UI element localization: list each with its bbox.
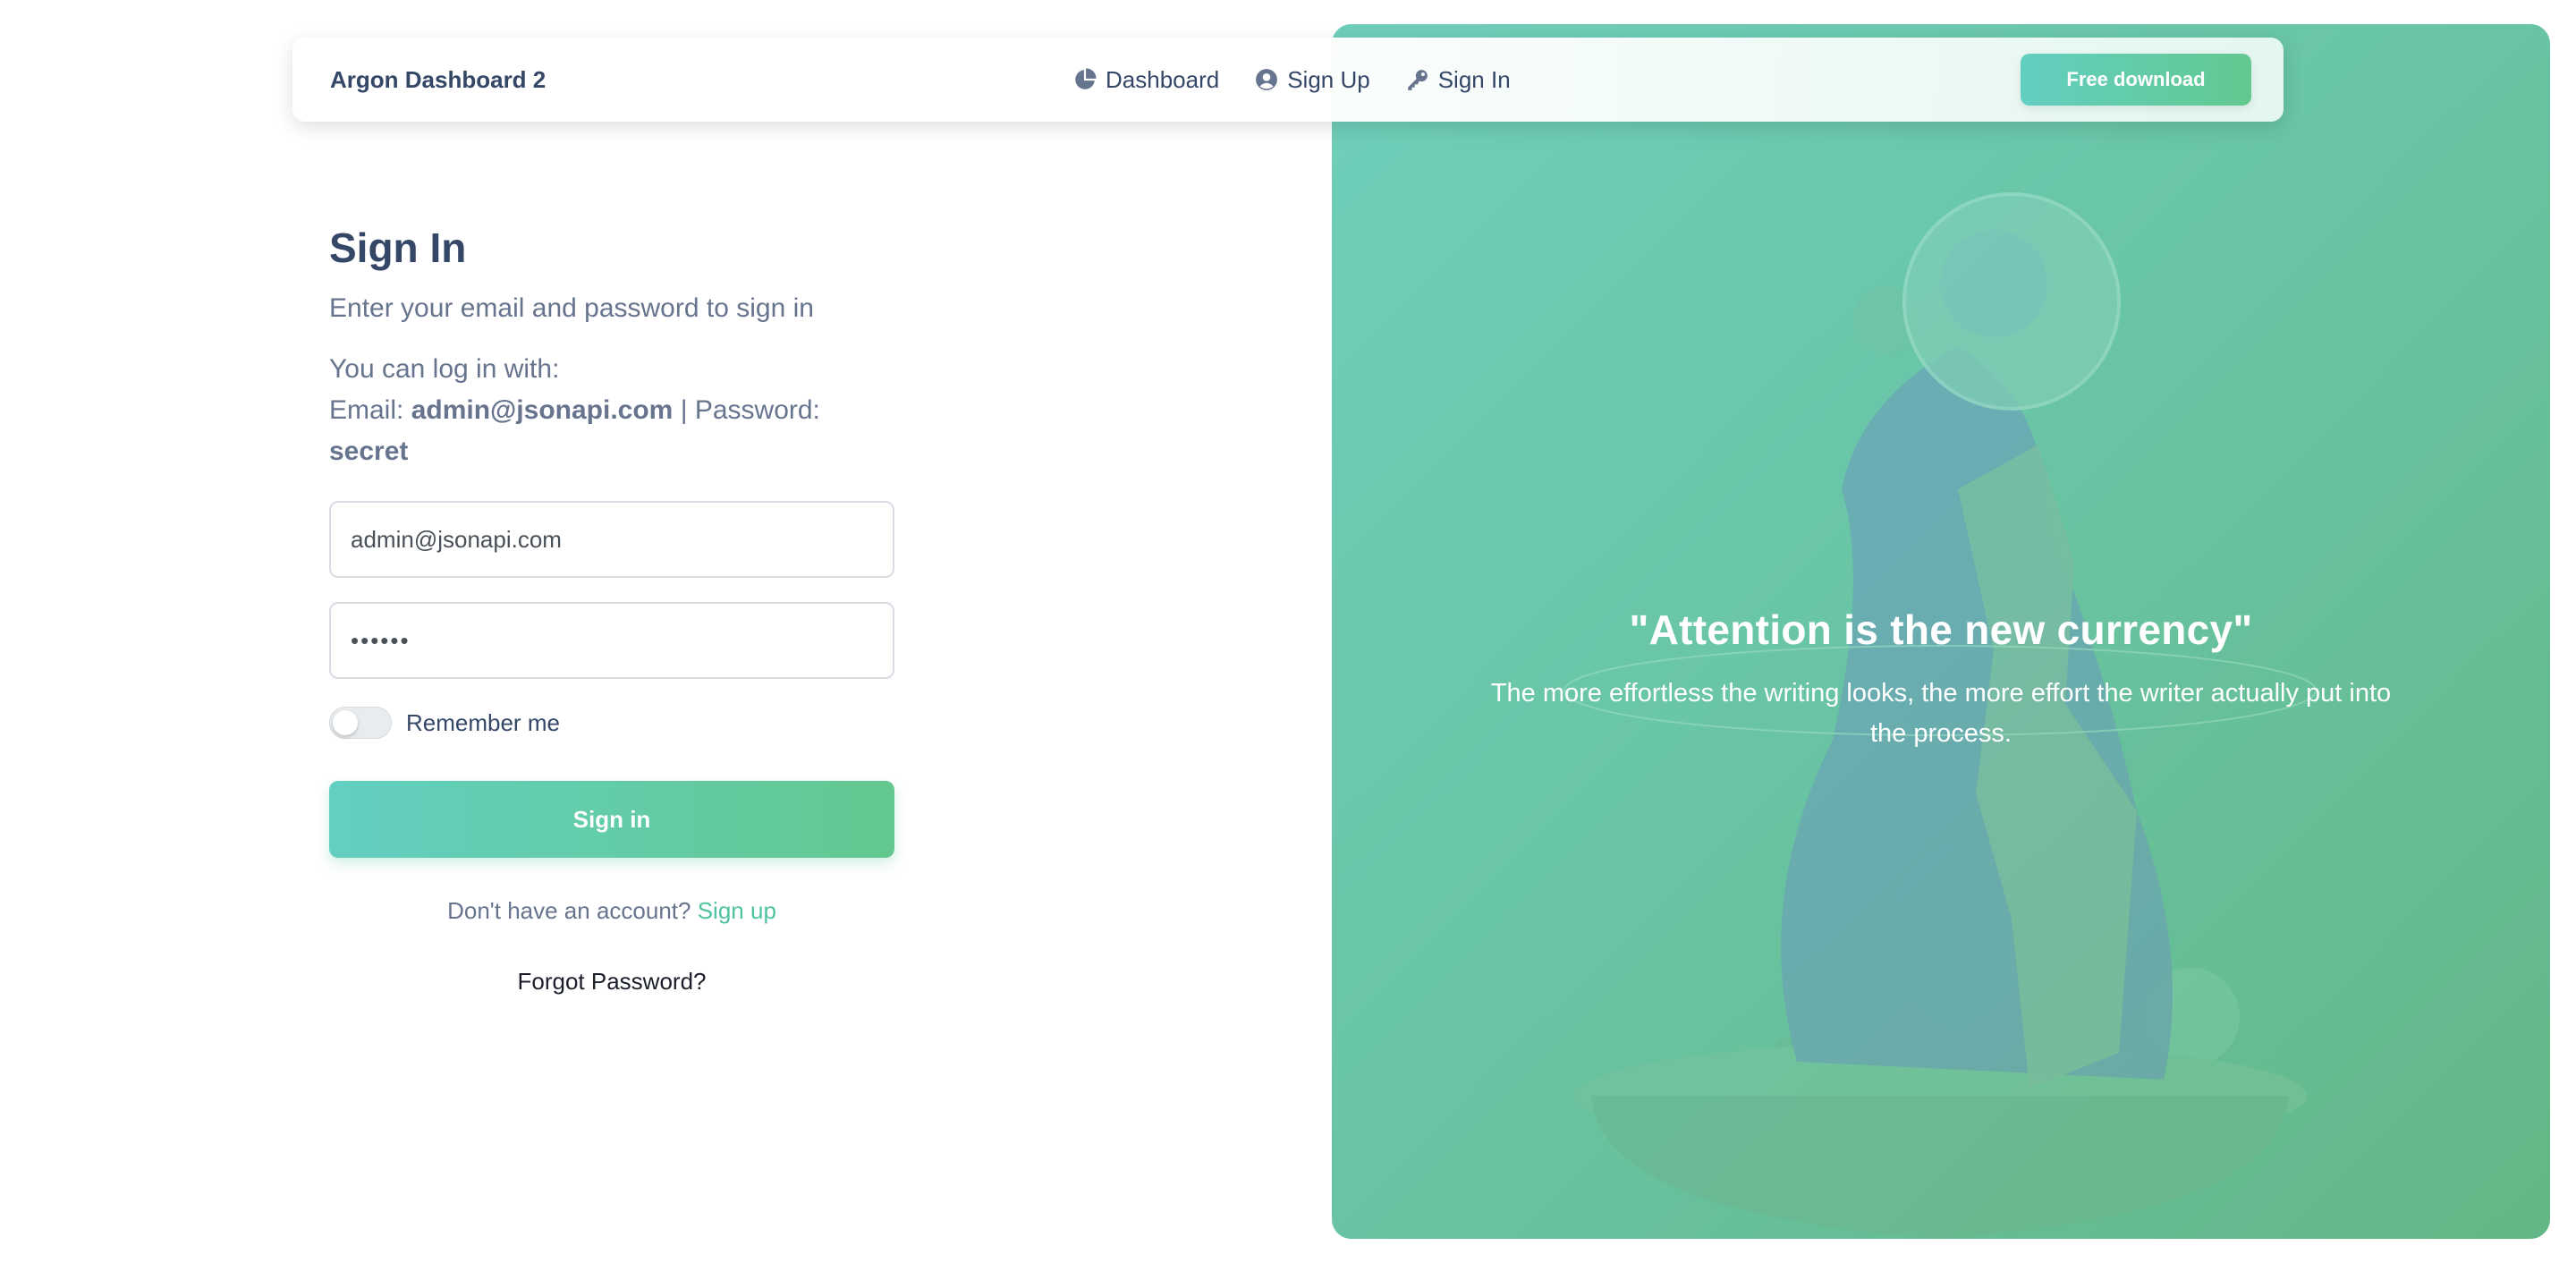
password-field-value: •••••• [351, 626, 411, 654]
password-field[interactable]: •••••• [329, 602, 894, 679]
remember-me-label[interactable]: Remember me [406, 709, 560, 737]
hero-text: The more effortless the writing looks, t… [1490, 679, 2392, 748]
remember-me-toggle[interactable] [329, 707, 392, 739]
hint-separator: | [680, 395, 688, 425]
nav-links: Dashboard Sign Up Sign In [1073, 38, 1511, 122]
top-navbar: Argon Dashboard 2 Dashboard Sign Up Sign [292, 38, 2284, 122]
no-account-text: Don't have an account? [447, 897, 691, 924]
page-subtitle: Enter your email and password to sign in [329, 293, 814, 323]
remember-me: Remember me [329, 707, 560, 739]
brand-name[interactable]: Argon Dashboard 2 [330, 38, 546, 122]
email-field-value: admin@jsonapi.com [351, 525, 562, 553]
nav-link-dashboard-label: Dashboard [1106, 65, 1220, 93]
sign-in-button[interactable]: Sign in [329, 781, 894, 858]
login-hint-line1: You can log in with: [329, 354, 560, 384]
hero-image-panel: "Attention is the new currency" The more… [1332, 24, 2550, 1239]
login-hint-line2: Email: admin@jsonapi.com | Password: sec… [329, 390, 894, 472]
user-circle-icon [1256, 69, 1278, 90]
nav-link-sign-up-label: Sign Up [1287, 65, 1370, 93]
hero-quote: "Attention is the new currency" [1629, 606, 2253, 653]
hint-password-value: secret [329, 437, 409, 466]
nav-link-sign-in-label: Sign In [1437, 65, 1511, 93]
login-hint: You can log in with: Email: admin@jsonap… [329, 349, 894, 472]
nav-link-sign-in[interactable]: Sign In [1406, 66, 1511, 94]
key-icon [1407, 70, 1428, 90]
forgot-password-link[interactable]: Forgot Password? [329, 968, 894, 996]
hint-password-label: Password: [694, 395, 820, 425]
sign-up-link[interactable]: Sign up [698, 897, 776, 924]
sign-in-header: Sign In Enter your email and password to… [329, 224, 894, 472]
toggle-knob [333, 710, 358, 735]
email-field[interactable]: admin@jsonapi.com [329, 501, 894, 578]
hint-email-value: admin@jsonapi.com [411, 395, 674, 425]
free-download-button[interactable]: Free download [2021, 54, 2251, 106]
nav-link-dashboard[interactable]: Dashboard [1073, 66, 1219, 94]
hint-email-label: Email: [329, 395, 404, 425]
signup-prompt: Don't have an account? Sign up [329, 897, 894, 925]
page-title: Sign In [329, 225, 467, 271]
nav-link-sign-up[interactable]: Sign Up [1255, 66, 1370, 94]
pie-chart-icon [1075, 68, 1097, 89]
